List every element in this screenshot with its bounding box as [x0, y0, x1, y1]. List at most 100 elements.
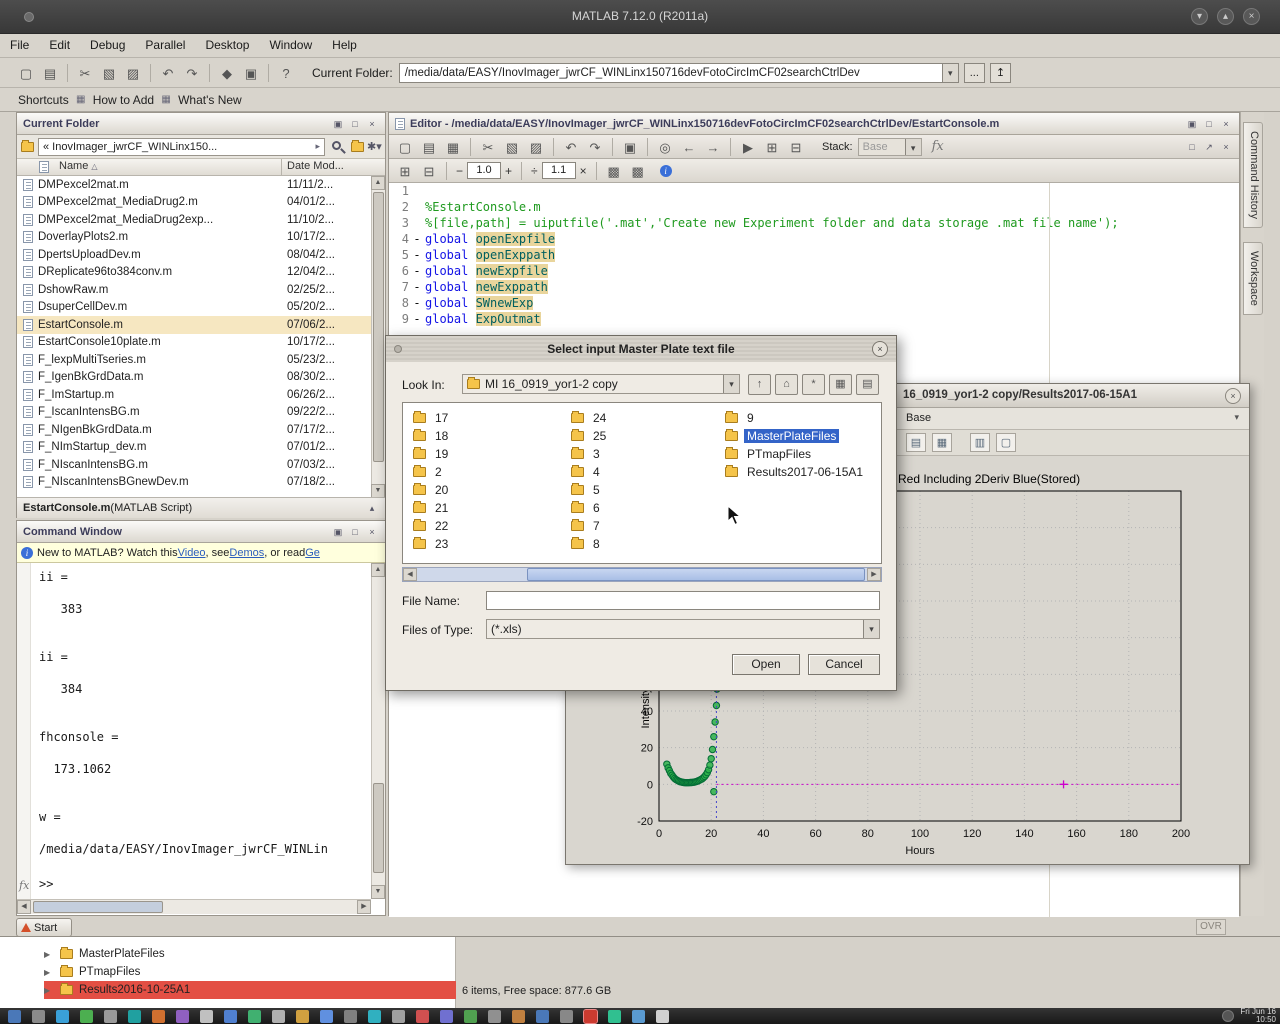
- taskbar-app-icon[interactable]: [296, 1010, 309, 1023]
- code-line[interactable]: 6-global newExpfile: [389, 263, 1239, 279]
- taskbar-app-icon[interactable]: [272, 1010, 285, 1023]
- file-row[interactable]: EstartConsole10plate.m10/17/2...: [17, 334, 371, 352]
- scroll-up-icon[interactable]: ▲: [371, 176, 385, 190]
- editor-layout-icon[interactable]: □: [1185, 140, 1199, 154]
- taskbar-app-icon[interactable]: [536, 1010, 549, 1023]
- dialog-folder-item[interactable]: 2: [413, 463, 451, 481]
- grid-view-icon[interactable]: ▦: [829, 374, 852, 395]
- guide-icon[interactable]: ▣: [241, 63, 261, 83]
- file-row[interactable]: DsuperCellDev.m05/20/2...: [17, 299, 371, 317]
- code-line[interactable]: 9-global ExpOutmat: [389, 311, 1239, 327]
- taskbar-app-icon[interactable]: [416, 1010, 429, 1023]
- taskbar-app-icon[interactable]: [8, 1010, 21, 1023]
- tree-item[interactable]: ▶PTmapFiles: [44, 963, 456, 981]
- matlab-start-button[interactable]: Start: [16, 918, 72, 937]
- browse-folder-button[interactable]: ...: [964, 63, 985, 83]
- taskbar-app-icon[interactable]: [608, 1010, 621, 1023]
- cell-divide-icon[interactable]: ⊟: [786, 137, 806, 157]
- taskbar-app-icon[interactable]: [368, 1010, 381, 1023]
- taskbar-app-icon[interactable]: [224, 1010, 237, 1023]
- copy-icon[interactable]: ▧: [502, 137, 522, 157]
- menu-help[interactable]: Help: [322, 34, 367, 56]
- dialog-folder-item[interactable]: Results2017-06-15A1: [725, 463, 866, 481]
- open-file-icon[interactable]: ▤: [419, 137, 439, 157]
- stack-combo[interactable]: Base ▾: [858, 138, 922, 156]
- figure-base-combo[interactable]: Base: [906, 412, 931, 424]
- dialog-folder-item[interactable]: 9: [725, 409, 866, 427]
- insert-cell-icon[interactable]: ⊞: [395, 161, 415, 181]
- taskbar-app-icon[interactable]: [80, 1010, 93, 1023]
- scroll-down-icon[interactable]: ▼: [371, 885, 385, 899]
- expander-icon[interactable]: ▶: [44, 968, 54, 977]
- menu-parallel[interactable]: Parallel: [135, 34, 195, 56]
- taskbar-app-icon[interactable]: [248, 1010, 261, 1023]
- cell-insert-icon[interactable]: ⊞: [762, 137, 782, 157]
- code-line[interactable]: 3%[file,path] = uiputfile('.mat','Create…: [389, 215, 1239, 231]
- close-panel-icon[interactable]: ×: [365, 117, 379, 131]
- taskbar-app-icon[interactable]: [440, 1010, 453, 1023]
- dialog-folder-item[interactable]: 7: [571, 517, 609, 535]
- active-window-icon[interactable]: [584, 1010, 597, 1023]
- publish-icon[interactable]: ▩: [628, 161, 648, 181]
- close-panel-icon[interactable]: ×: [1219, 117, 1233, 131]
- paste-icon[interactable]: ▨: [526, 137, 546, 157]
- taskbar-app-icon[interactable]: [200, 1010, 213, 1023]
- dialog-folder-item[interactable]: 20: [413, 481, 451, 499]
- help-icon[interactable]: ?: [276, 63, 296, 83]
- file-row[interactable]: DpertsUploadDev.m08/04/2...: [17, 246, 371, 264]
- dialog-scrollbar-h[interactable]: ◀ ▶: [402, 567, 882, 582]
- figure-close-icon[interactable]: ×: [1225, 388, 1241, 404]
- dialog-folder-item[interactable]: 18: [413, 427, 451, 445]
- dialog-folder-item[interactable]: 22: [413, 517, 451, 535]
- editor-close-icon[interactable]: ×: [1219, 140, 1233, 154]
- shortcuts-label[interactable]: Shortcuts: [18, 93, 69, 107]
- back-icon[interactable]: ←: [679, 137, 699, 157]
- multiply-value-button[interactable]: ×: [580, 164, 587, 178]
- file-row[interactable]: DReplicate96to384conv.m12/04/2...: [17, 264, 371, 282]
- dialog-folder-item[interactable]: 8: [571, 535, 609, 553]
- expander-icon[interactable]: ▶: [44, 950, 54, 959]
- new-folder-icon[interactable]: *: [802, 374, 825, 395]
- taskbar-app-icon[interactable]: [176, 1010, 189, 1023]
- scroll-left-icon[interactable]: ◀: [403, 568, 417, 581]
- dialog-titlebar[interactable]: Select input Master Plate text file ×: [386, 336, 896, 362]
- file-row[interactable]: F_IgenBkGrdData.m08/30/2...: [17, 369, 371, 387]
- collapse-details-icon[interactable]: ▴: [365, 501, 379, 515]
- taskbar-app-icon[interactable]: [488, 1010, 501, 1023]
- file-row[interactable]: F_NImStartup_dev.m07/01/2...: [17, 439, 371, 457]
- code-line[interactable]: 8-global SWnewExp: [389, 295, 1239, 311]
- file-row[interactable]: DMPexcel2mat.m11/11/2...: [17, 176, 371, 194]
- taskbar-app-icon[interactable]: [392, 1010, 405, 1023]
- undock-icon[interactable]: □: [348, 117, 362, 131]
- simulink-icon[interactable]: ◆: [217, 63, 237, 83]
- dialog-folder-item[interactable]: MasterPlateFiles: [725, 427, 866, 445]
- open-folder-icon[interactable]: ▤: [40, 63, 60, 83]
- getting-started-link[interactable]: Ge: [305, 547, 320, 559]
- save-icon[interactable]: ▦: [443, 137, 463, 157]
- breadcrumb-arrow-icon[interactable]: ▸: [315, 141, 320, 152]
- type-dropdown-icon[interactable]: ▾: [863, 620, 879, 638]
- look-in-combo[interactable]: MI 16_0919_yor1-2 copy ▾: [462, 374, 740, 394]
- code-line[interactable]: 2%EstartConsole.m: [389, 199, 1239, 215]
- value-factor-field[interactable]: 1.1: [542, 162, 576, 179]
- close-panel-icon[interactable]: ×: [365, 525, 379, 539]
- command-scrollbar-h[interactable]: ◀ ▶: [17, 899, 371, 914]
- up-one-level-icon[interactable]: ↑: [748, 374, 771, 395]
- scroll-left-icon[interactable]: ◀: [17, 900, 31, 914]
- taskbar-app-icon[interactable]: [656, 1010, 669, 1023]
- minimize-button[interactable]: ▾: [1191, 8, 1208, 25]
- demos-link[interactable]: Demos: [229, 547, 264, 559]
- dock-icon[interactable]: ▣: [331, 117, 345, 131]
- taskbar-app-icon[interactable]: [344, 1010, 357, 1023]
- cell-divider-icon[interactable]: ⊟: [419, 161, 439, 181]
- taskbar-app-icon[interactable]: [632, 1010, 645, 1023]
- redo-icon[interactable]: ↷: [585, 137, 605, 157]
- dialog-folder-item[interactable]: 4: [571, 463, 609, 481]
- file-row[interactable]: F_NIscanIntensBG.m07/03/2...: [17, 456, 371, 474]
- expander-icon[interactable]: ▶: [44, 986, 54, 995]
- file-row[interactable]: F_NIscanIntensBGnewDev.m07/18/2...: [17, 474, 371, 492]
- new-script-icon[interactable]: ▢: [395, 137, 415, 157]
- address-field[interactable]: « InovImager_jwrCF_WINLinx150... ▸: [38, 138, 325, 156]
- dialog-folder-item[interactable]: 19: [413, 445, 451, 463]
- file-row[interactable]: F_lexpMultiTseries.m05/23/2...: [17, 351, 371, 369]
